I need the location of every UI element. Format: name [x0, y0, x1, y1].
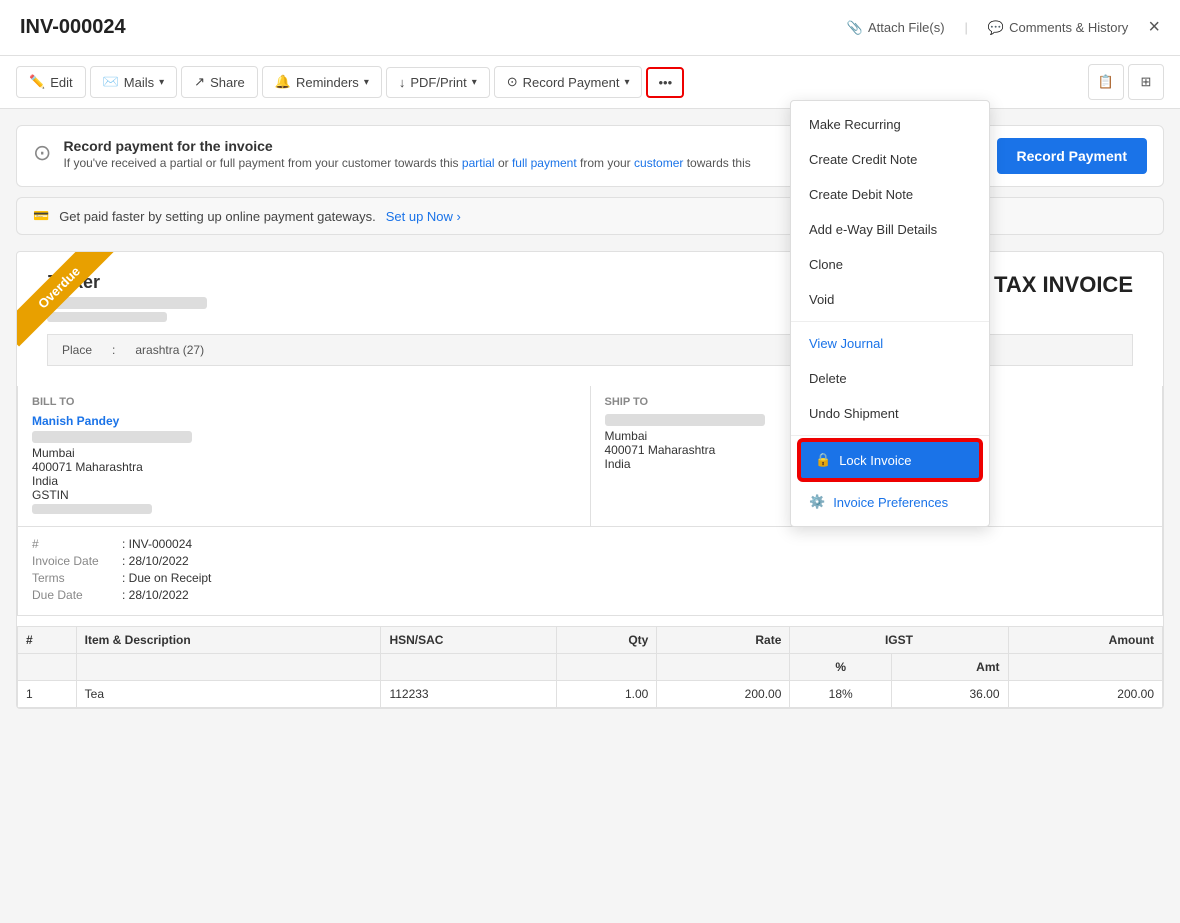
- menu-item-make-recurring[interactable]: Make Recurring: [791, 107, 989, 142]
- reminders-chevron-icon: ▾: [364, 77, 369, 88]
- lock-icon: 🔒: [815, 452, 831, 468]
- separator-2: [791, 435, 989, 436]
- menu-item-create-debit-note[interactable]: Create Debit Note: [791, 177, 989, 212]
- menu-item-eway-bill[interactable]: Add e-Way Bill Details: [791, 212, 989, 247]
- dropdown-overlay: Make Recurring Create Credit Note Create…: [0, 100, 1180, 923]
- menu-item-lock-invoice[interactable]: 🔒 Lock Invoice: [799, 440, 981, 480]
- more-button[interactable]: •••: [646, 67, 684, 98]
- menu-item-clone[interactable]: Clone: [791, 247, 989, 282]
- gear-icon: ⚙️: [809, 494, 825, 510]
- attach-files-link[interactable]: 📎 Attach File(s): [847, 20, 945, 36]
- mail-icon: ✉️: [103, 74, 119, 90]
- close-button[interactable]: ×: [1148, 16, 1160, 39]
- menu-item-invoice-preferences[interactable]: ⚙️ Invoice Preferences: [791, 484, 989, 520]
- save-icon: 📋: [1098, 74, 1114, 90]
- more-icon: •••: [658, 75, 672, 90]
- top-bar: INV-000024 📎 Attach File(s) | 💬 Comments…: [0, 0, 1180, 56]
- menu-item-undo-shipment[interactable]: Undo Shipment: [791, 396, 989, 431]
- mails-chevron-icon: ▾: [159, 77, 164, 88]
- comment-icon: 💬: [988, 20, 1004, 36]
- expand-icon: ⊞: [1141, 74, 1152, 90]
- pdf-chevron-icon: ▾: [472, 77, 477, 88]
- share-button[interactable]: ↗ Share: [181, 66, 258, 98]
- comments-history-label: Comments & History: [1009, 20, 1128, 35]
- mails-button[interactable]: ✉️ Mails ▾: [90, 66, 178, 98]
- attach-files-label: Attach File(s): [868, 20, 945, 35]
- record-payment-chevron-icon: ▾: [624, 77, 629, 88]
- edit-button[interactable]: ✏️ Edit: [16, 66, 86, 98]
- expand-icon-button[interactable]: ⊞: [1128, 64, 1164, 100]
- dropdown-menu: Make Recurring Create Credit Note Create…: [790, 100, 990, 527]
- record-payment-button[interactable]: ⊙ Record Payment ▾: [494, 66, 643, 98]
- comments-history-link[interactable]: 💬 Comments & History: [988, 20, 1128, 36]
- paperclip-icon: 📎: [847, 20, 863, 36]
- menu-item-void[interactable]: Void: [791, 282, 989, 317]
- pdf-icon: ↓: [399, 75, 406, 90]
- separator-1: [791, 321, 989, 322]
- payment-icon: ⊙: [507, 74, 518, 90]
- share-icon: ↗: [194, 74, 205, 90]
- menu-item-delete[interactable]: Delete: [791, 361, 989, 396]
- top-bar-right: 📎 Attach File(s) | 💬 Comments & History …: [847, 16, 1160, 39]
- save-icon-button[interactable]: 📋: [1088, 64, 1124, 100]
- reminders-button[interactable]: 🔔 Reminders ▾: [262, 66, 382, 98]
- invoice-id: INV-000024: [20, 16, 126, 39]
- bell-icon: 🔔: [275, 74, 291, 90]
- menu-item-create-credit-note[interactable]: Create Credit Note: [791, 142, 989, 177]
- top-bar-left: INV-000024: [20, 16, 126, 39]
- pdf-print-button[interactable]: ↓ PDF/Print ▾: [386, 67, 490, 98]
- menu-item-view-journal[interactable]: View Journal: [791, 326, 989, 361]
- edit-icon: ✏️: [29, 74, 45, 90]
